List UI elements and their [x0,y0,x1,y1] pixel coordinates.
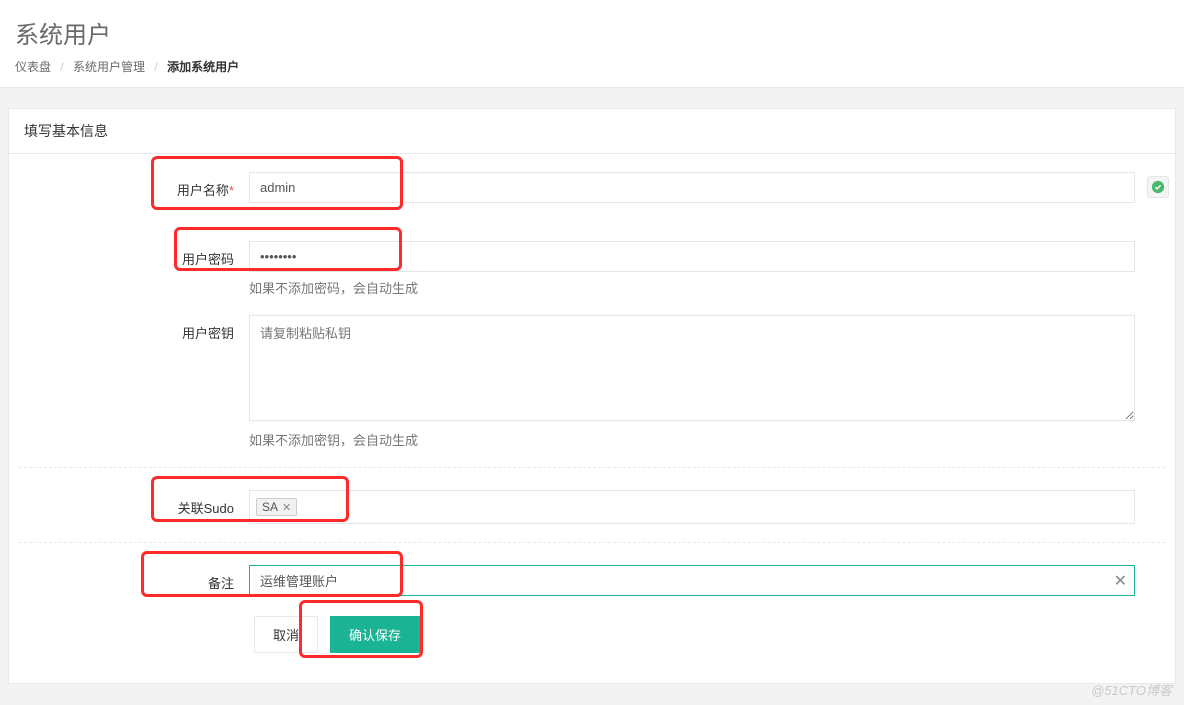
row-username: 用户名称* [9,172,1175,203]
close-icon[interactable]: ✕ [282,501,291,514]
label-remark: 备注 [19,565,249,592]
breadcrumb-item[interactable]: 系统用户管理 [73,60,145,74]
watermark: @51CTO博客 [1091,680,1172,699]
sudo-tag-label: SA [262,500,278,514]
row-sudo: 关联Sudo SA ✕ [9,490,1175,524]
row-privatekey: 用户密钥 如果不添加密钥，会自动生成 [9,315,1175,449]
label-username: 用户名称* [19,172,249,199]
page-header: 系统用户 仪表盘 / 系统用户管理 / 添加系统用户 [0,0,1184,88]
label-password: 用户密码 [19,241,249,268]
sudo-tag-input[interactable]: SA ✕ [249,490,1135,524]
valid-icon [1147,176,1169,198]
help-privatekey: 如果不添加密钥，会自动生成 [249,430,1135,449]
breadcrumb-item[interactable]: 仪表盘 [15,60,51,74]
breadcrumb-item-active: 添加系统用户 [167,60,239,74]
cancel-button[interactable]: 取消 [254,616,318,653]
username-input[interactable] [249,172,1135,203]
form-panel: 填写基本信息 用户名称* 用户密码 [8,108,1176,684]
clear-icon[interactable]: ✕ [1114,571,1127,591]
row-password: 用户密码 如果不添加密码，会自动生成 [9,241,1175,297]
password-input[interactable] [249,241,1135,272]
page-title: 系统用户 [15,15,1169,50]
required-asterisk: * [229,183,234,198]
remark-input[interactable] [249,565,1135,596]
row-remark: 备注 ✕ [9,565,1175,596]
section-divider [19,542,1165,543]
privatekey-textarea[interactable] [249,315,1135,421]
sudo-tag[interactable]: SA ✕ [256,498,297,516]
breadcrumb-sep: / [154,60,157,74]
section-divider [19,467,1165,468]
label-privatekey: 用户密钥 [19,315,249,342]
save-button[interactable]: 确认保存 [330,616,420,653]
breadcrumb: 仪表盘 / 系统用户管理 / 添加系统用户 [15,58,1169,75]
breadcrumb-sep: / [60,60,63,74]
help-password: 如果不添加密码，会自动生成 [249,278,1135,297]
panel-heading: 填写基本信息 [9,109,1175,154]
label-sudo: 关联Sudo [19,490,249,517]
form-actions: 取消 确认保存 [9,616,1175,653]
